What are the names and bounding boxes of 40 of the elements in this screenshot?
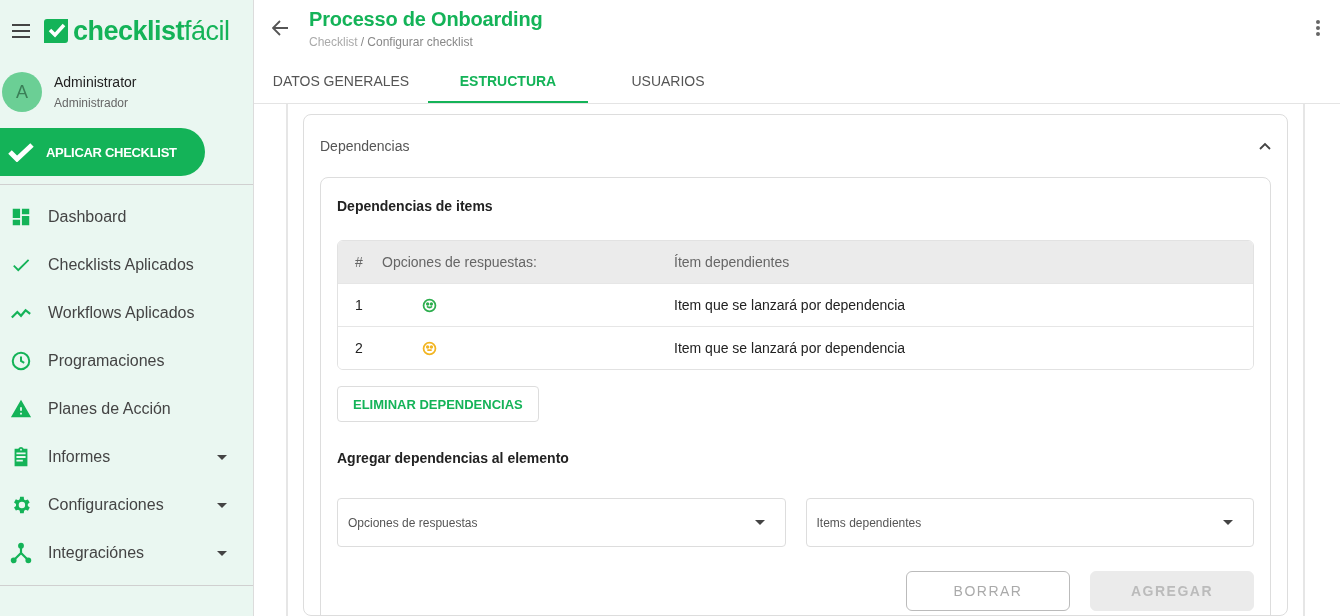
- menu-icon[interactable]: [12, 24, 30, 38]
- logo-text: checklistfácil: [73, 15, 230, 47]
- hub-icon: [10, 542, 32, 564]
- select-field[interactable]: Items dependientes: [805, 498, 1254, 547]
- dashboard-icon: [10, 206, 32, 228]
- sidebar-item[interactable]: Integraciónes: [0, 529, 253, 577]
- sidebar-item[interactable]: Informes: [0, 433, 253, 481]
- select-field[interactable]: Opciones de respuestas: [337, 498, 786, 547]
- section-title: Dependencias: [320, 138, 410, 154]
- table-cell-text: 2: [354, 340, 364, 356]
- back-arrow-icon[interactable]: [272, 20, 289, 36]
- more-options-icon[interactable]: [1316, 20, 1320, 36]
- table-cell-text: 1: [354, 297, 364, 313]
- tab[interactable]: DATOS GENERALES: [254, 60, 428, 103]
- user-role: Administrador: [54, 96, 130, 110]
- logo-check-icon: [44, 19, 70, 43]
- card-title: Dependencias de items: [337, 197, 494, 216]
- column-header: Opciones de respuestas:: [382, 254, 538, 270]
- sidebar-item[interactable]: Workflows Aplicados: [0, 289, 253, 337]
- column-header: Ítem dependientes: [674, 254, 791, 270]
- sidebar-item[interactable]: Configuraciones: [0, 481, 253, 529]
- collapse-chevron-icon[interactable]: [1259, 142, 1271, 150]
- clock-icon: [10, 350, 32, 372]
- warning-icon: [10, 398, 32, 420]
- column-header: #: [354, 254, 364, 270]
- avatar: A: [2, 72, 42, 112]
- caret-icon: [754, 520, 765, 525]
- table-cell-text: Item que se lanzará por dependencia: [674, 340, 907, 356]
- user-name: Administrator: [54, 74, 137, 90]
- table-cell-text: Item que se lanzará por dependencia: [674, 297, 907, 313]
- caret-icon: [1223, 520, 1233, 525]
- sidebar-item[interactable]: Programaciones: [0, 337, 253, 385]
- subsection-title: Agregar dependencias al elemento: [337, 449, 570, 468]
- check-icon: [8, 142, 34, 162]
- breadcrumb-current: / Configurar checklist: [360, 35, 473, 49]
- sidebar-item[interactable]: Planes de Acción: [0, 385, 253, 433]
- sidebar-item[interactable]: Checklists Aplicados: [0, 241, 253, 289]
- tab[interactable]: USUARIOS: [588, 60, 748, 103]
- sidebar-item[interactable]: Dashboard: [0, 193, 253, 241]
- page-title: Processo de Onboarding: [309, 8, 544, 31]
